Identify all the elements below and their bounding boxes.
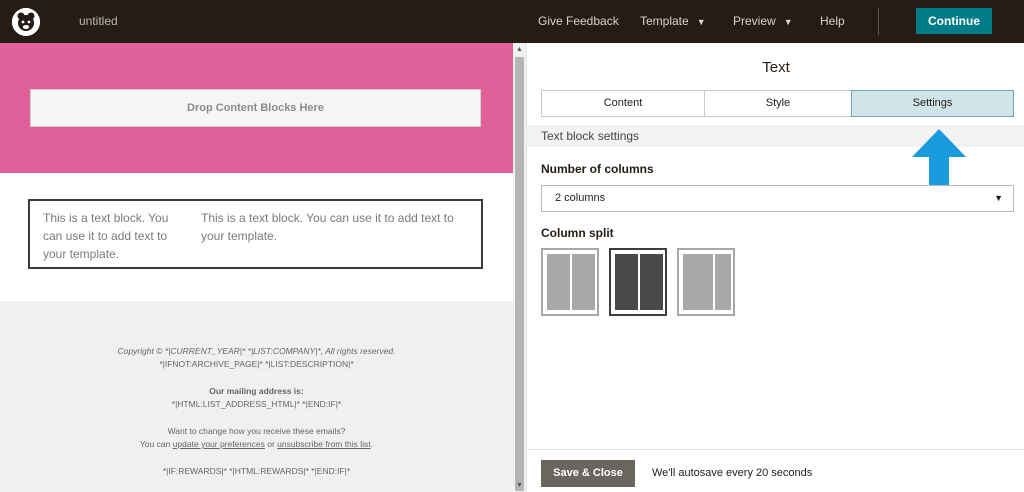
help-link[interactable]: Help [820, 14, 845, 28]
mailchimp-logo-icon[interactable] [12, 8, 40, 36]
footer-or: or [264, 439, 278, 449]
autosave-notice: We'll autosave every 20 seconds [652, 467, 813, 479]
panel-title: Text [762, 59, 790, 76]
preview-menu[interactable]: Preview ▼ [733, 14, 793, 28]
text-block-column-2[interactable]: This is a text block. You can use it to … [201, 209, 476, 245]
columns-label: Number of columns [541, 162, 654, 176]
footer-you-can: You can [139, 439, 173, 449]
preview-menu-label: Preview [733, 14, 776, 28]
split-column [640, 254, 663, 310]
continue-button[interactable]: Continue [916, 8, 992, 34]
scroll-thumb[interactable] [515, 57, 524, 491]
save-close-button[interactable]: Save & Close [541, 460, 635, 487]
footer-mailing-value: *|HTML:LIST_ADDRESS_HTML|* *|END:IF|* [171, 399, 342, 409]
chevron-down-icon: ▼ [994, 193, 1003, 203]
template-menu[interactable]: Template ▼ [640, 14, 706, 28]
footer-copyright: Copyright © *|CURRENT_YEAR|* *|LIST:COMP… [117, 346, 396, 356]
split-option-2-selected[interactable] [609, 248, 667, 316]
update-preferences-link[interactable]: update your preferences [173, 439, 265, 449]
top-bar: untitled Give Feedback Template ▼ Preview… [0, 0, 1024, 43]
footer-period: . [370, 439, 374, 449]
split-column [615, 254, 638, 310]
arrow-up-icon [912, 129, 966, 189]
scroll-down-icon[interactable]: ▼ [516, 482, 523, 489]
document-title[interactable]: untitled [79, 14, 118, 28]
email-canvas: Drop Content Blocks Here This is a text … [0, 43, 513, 492]
split-column [683, 254, 713, 310]
columns-select-value: 2 columns [555, 192, 606, 204]
chevron-down-icon: ▼ [783, 17, 793, 27]
panel-footer: Save & Close We'll autosave every 20 sec… [527, 449, 1024, 492]
footer-section[interactable]: Copyright © *|CURRENT_YEAR|* *|LIST:COMP… [0, 301, 513, 492]
footer-rewards: *|IF:REWARDS|* *|HTML:REWARDS|* *|END:IF… [162, 466, 351, 476]
scroll-up-icon[interactable]: ▲ [516, 46, 523, 53]
nav-divider [878, 8, 879, 35]
tab-style[interactable]: Style [704, 90, 852, 117]
give-feedback-link[interactable]: Give Feedback [538, 14, 619, 28]
chevron-down-icon: ▼ [696, 17, 706, 27]
template-menu-label: Template [640, 14, 689, 28]
split-column [715, 254, 731, 310]
text-block-column-1[interactable]: This is a text block. You can use it to … [43, 209, 183, 263]
footer-preferences-line: You can update your preferences or unsub… [0, 439, 513, 449]
footer-archive: *|IFNOT:ARCHIVE_PAGE|* *|LIST:DESCRIPTIO… [159, 359, 354, 369]
settings-panel: Text Content Style Settings Text block s… [526, 43, 1024, 492]
tab-content[interactable]: Content [541, 90, 705, 117]
unsubscribe-link[interactable]: unsubscribe from this list [277, 439, 371, 449]
column-split-label: Column split [541, 226, 614, 240]
text-block-selected[interactable]: This is a text block. You can use it to … [28, 199, 483, 269]
split-option-3[interactable] [677, 248, 735, 316]
footer-change-line: Want to change how you receive these ema… [167, 426, 346, 436]
split-column [547, 254, 570, 310]
tab-settings[interactable]: Settings [851, 90, 1014, 117]
footer-mailing-heading: Our mailing address is: [209, 386, 304, 396]
split-option-1[interactable] [541, 248, 599, 316]
split-column [572, 254, 595, 310]
columns-select[interactable]: 2 columns ▼ [541, 185, 1014, 212]
canvas-scrollbar[interactable]: ▲ ▼ [513, 43, 526, 492]
header-section[interactable]: Drop Content Blocks Here [0, 43, 513, 173]
drop-zone[interactable]: Drop Content Blocks Here [30, 89, 481, 127]
panel-tabs: Content Style Settings [541, 90, 1014, 117]
